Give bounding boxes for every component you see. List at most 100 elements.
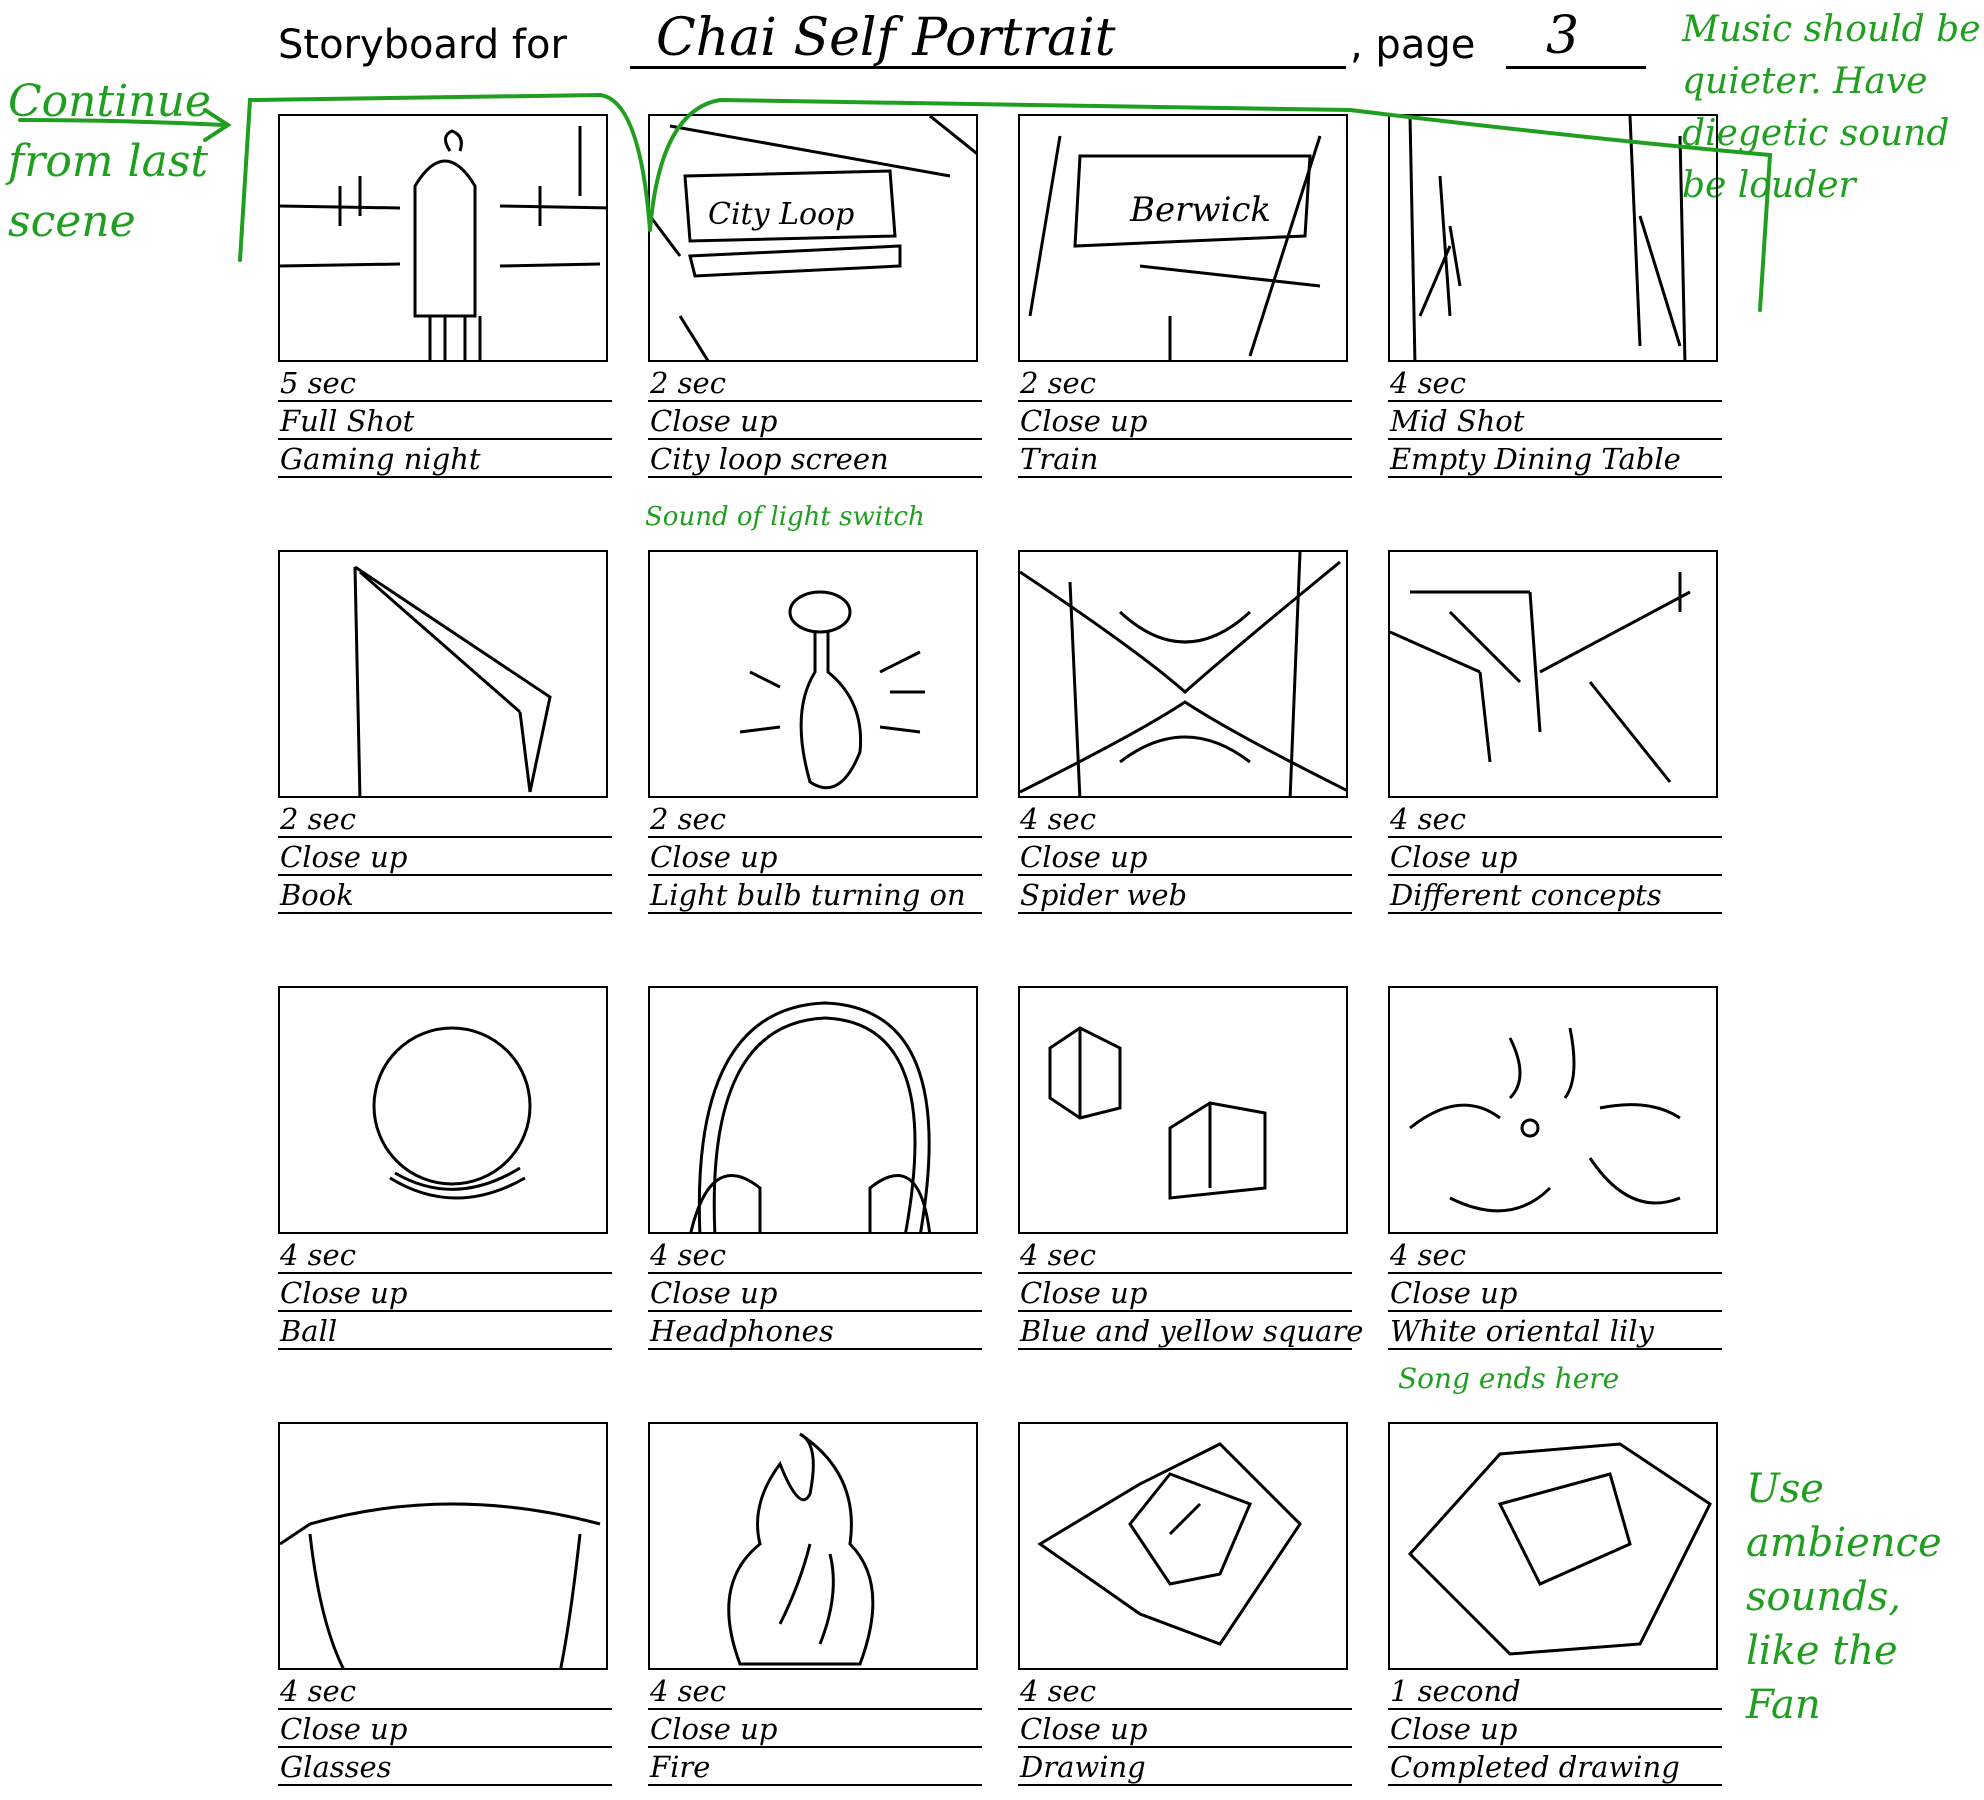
panel-2-duration: 2 sec [650,366,726,400]
panel-12-frame [1388,986,1718,1234]
light-switch-note: Sound of light switch [645,502,925,532]
note-line [1018,836,1352,838]
page-blank [1506,66,1646,69]
panel-7-subject: Spider web [1020,878,1188,912]
note-line [648,476,982,478]
panel-11-frame [1018,986,1348,1234]
headphones-sketch [689,1001,931,1232]
panel-3-subject: Train [1020,442,1099,476]
note-line [648,1348,982,1350]
note-line [1388,400,1722,402]
panel-12-subject: White oriental lily [1390,1314,1654,1348]
note-line [1018,1784,1352,1786]
note-line [1018,1708,1352,1710]
panel-14-subject: Fire [650,1750,711,1784]
note-line [1388,912,1722,914]
panel-11-duration: 4 sec [1020,1238,1096,1272]
panel-1-duration: 5 sec [280,366,356,400]
panel-9-subject: Ball [280,1314,338,1348]
city-loop-screen-sketch: City Loop [650,116,976,360]
song-ends-note: Song ends here [1398,1362,1620,1395]
music-note: Music should be quieter. Have diegetic s… [1682,9,1981,206]
note-line [648,1272,982,1274]
note-line [648,1708,982,1710]
note-line [648,874,982,876]
note-line [278,1310,612,1312]
note-line [1018,400,1352,402]
dining-table-sketch [1408,116,1687,360]
panel-10-shot: Close up [650,1276,778,1310]
panel-13-subject: Glasses [280,1750,392,1784]
note-line [648,1784,982,1786]
panel-2-subject: City loop screen [650,442,889,476]
panel-13-duration: 4 sec [280,1674,356,1708]
panel-12-duration: 4 sec [1390,1238,1466,1272]
panel-12-shot: Close up [1390,1276,1518,1310]
panel-16-frame [1388,1422,1718,1670]
note-line [1018,476,1352,478]
note-line [278,400,612,402]
panel-16-duration: 1 second [1390,1674,1521,1708]
panel-8-shot: Close up [1390,840,1518,874]
panel-3-shot: Close up [1020,404,1148,438]
gaming-night-sketch [280,126,606,360]
panel-4-subject: Empty Dining Table [1390,442,1681,476]
panel-14-frame [648,1422,978,1670]
panel-5-shot: Close up [280,840,408,874]
note-line [1388,476,1722,478]
panel-10-duration: 4 sec [650,1238,726,1272]
panel-8-subject: Different concepts [1390,878,1662,912]
drawing-sketch [1037,1442,1302,1646]
note-line [1388,1348,1722,1350]
ambience-note: Use ambience sounds, like the Fan [1746,1466,1942,1728]
panel-14-duration: 4 sec [650,1674,726,1708]
panel-4-duration: 4 sec [1390,366,1466,400]
panel-13-shot: Close up [280,1712,408,1746]
panel-1-subject: Gaming night [280,442,481,476]
panel-11-shot: Close up [1020,1276,1148,1310]
note-line [1388,1310,1722,1312]
panel-4-frame [1388,114,1718,362]
panel-2-shot: Close up [650,404,778,438]
glasses-sketch [280,1502,601,1668]
note-line [278,1746,612,1748]
panel-3-duration: 2 sec [1020,366,1096,400]
note-line [648,438,982,440]
panel-10-subject: Headphones [650,1314,834,1348]
panel-5-subject: Book [280,878,354,912]
panel-7-shot: Close up [1020,840,1148,874]
panel-6-frame [648,550,978,798]
panel-6-subject: Light bulb turning on [650,878,966,912]
note-line [278,1272,612,1274]
panel-6-shot: Close up [650,840,778,874]
note-line [1018,1272,1352,1274]
completed-drawing-sketch [1407,1442,1712,1656]
note-line [1388,1746,1722,1748]
note-line [648,400,982,402]
panel-15-frame [1018,1422,1348,1670]
note-line [1388,836,1722,838]
ball-sketch [372,1026,532,1200]
fire-sketch [727,1432,875,1666]
continue-note: Continue from last scene [8,76,211,247]
note-line [278,912,612,914]
note-line [648,1746,982,1748]
panel-9-duration: 4 sec [280,1238,356,1272]
note-line [278,1708,612,1710]
note-line [1018,874,1352,876]
panel-5-frame [278,550,608,798]
panel-9-shot: Close up [280,1276,408,1310]
note-line [1388,1784,1722,1786]
panel-14-shot: Close up [650,1712,778,1746]
panel-15-shot: Close up [1020,1712,1148,1746]
panel-13-frame [278,1422,608,1670]
note-line [278,1784,612,1786]
note-line [648,836,982,838]
train-sign: Berwick [1129,190,1271,230]
panel-8-frame [1388,550,1718,798]
panel-6-duration: 2 sec [650,802,726,836]
squares-sketch [1048,1026,1267,1200]
note-line [1018,438,1352,440]
panel-9-frame [278,986,608,1234]
note-line [278,874,612,876]
